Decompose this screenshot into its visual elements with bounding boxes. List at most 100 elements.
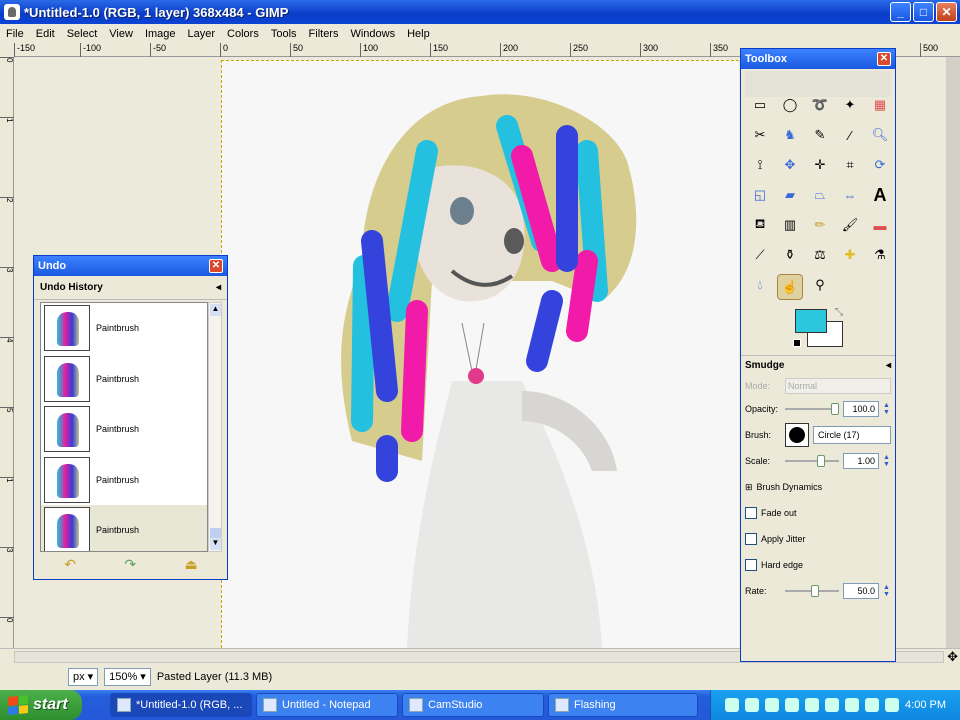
clock[interactable]: 4:00 PM — [905, 699, 946, 711]
unit-select[interactable]: px ▾ — [68, 668, 99, 686]
perspective-clone-icon[interactable]: ⚗ — [870, 245, 890, 265]
menu-tools[interactable]: Tools — [265, 28, 303, 40]
menu-filters[interactable]: Filters — [303, 28, 345, 40]
brush-name-field[interactable]: Circle (17) — [813, 426, 891, 444]
list-item[interactable]: Paintbrush — [41, 455, 207, 506]
menu-file[interactable]: File — [0, 28, 30, 40]
foreground-color[interactable] — [795, 309, 827, 333]
scale-slider[interactable] — [785, 454, 839, 468]
tray-icon[interactable] — [765, 698, 780, 712]
menu-help[interactable]: Help — [401, 28, 436, 40]
mode-select[interactable]: Normal — [785, 378, 891, 394]
menu-windows[interactable]: Windows — [344, 28, 401, 40]
tray-icon[interactable] — [845, 698, 860, 712]
blend-icon[interactable]: ▥ — [780, 215, 800, 235]
undo-scrollbar[interactable]: ▲ ▼ — [208, 302, 222, 552]
align-icon[interactable]: ✛ — [810, 155, 830, 175]
minimize-button[interactable]: _ — [890, 2, 911, 22]
undo-icon[interactable]: ↶ — [64, 556, 76, 573]
rotate-icon[interactable]: ⟳ — [870, 155, 890, 175]
undo-list[interactable]: Paintbrush Paintbrush Paintbrush Paintbr… — [40, 302, 208, 552]
scale-field[interactable]: 1.00 — [843, 453, 879, 469]
maximize-button[interactable]: □ — [913, 2, 934, 22]
eraser-icon[interactable]: ▬ — [870, 215, 890, 235]
expand-icon[interactable]: ⊞ — [745, 482, 753, 493]
flip-icon[interactable]: ⇔ — [840, 185, 860, 205]
rate-field[interactable]: 50.0 — [843, 583, 879, 599]
color-select-icon[interactable]: ▦ — [870, 95, 890, 115]
spin-icon[interactable]: ▲ ▼ — [883, 584, 891, 598]
brush-dynamics-label[interactable]: Brush Dynamics — [757, 482, 823, 492]
redo-icon[interactable]: ↷ — [124, 556, 136, 573]
start-button[interactable]: start — [0, 690, 82, 720]
clear-history-icon[interactable]: ⏏ — [185, 556, 198, 573]
smudge-icon[interactable]: ☝ — [777, 274, 803, 300]
reset-colors-icon[interactable] — [793, 339, 801, 347]
rect-select-icon[interactable]: ▭ — [750, 95, 770, 115]
free-select-icon[interactable]: ➰ — [810, 95, 830, 115]
blur-icon[interactable]: 💧︎ — [750, 275, 770, 295]
tray-icon[interactable] — [725, 698, 740, 712]
menu-colors[interactable]: Colors — [221, 28, 265, 40]
menu-edit[interactable]: Edit — [30, 28, 61, 40]
tray-icon[interactable] — [825, 698, 840, 712]
zoom-icon[interactable]: 🔍︎ — [870, 125, 890, 145]
dodge-icon[interactable]: ⚲ — [810, 275, 830, 295]
scroll-thumb[interactable] — [210, 528, 221, 538]
scroll-down-icon[interactable]: ▼ — [210, 538, 221, 550]
menu-view[interactable]: View — [103, 28, 139, 40]
pencil-icon[interactable]: ✏ — [810, 215, 830, 235]
fuzzy-select-icon[interactable]: ✦ — [840, 95, 860, 115]
crop-icon[interactable]: ⌗ — [840, 155, 860, 175]
apply-jitter-checkbox[interactable] — [745, 533, 757, 545]
ellipse-select-icon[interactable]: ◯ — [780, 95, 800, 115]
move-icon[interactable]: ✥ — [780, 155, 800, 175]
tray-icon[interactable] — [885, 698, 900, 712]
airbrush-icon[interactable]: ⟋ — [750, 245, 770, 265]
scale-icon[interactable]: ◱ — [750, 185, 770, 205]
text-icon[interactable]: A — [870, 185, 890, 205]
shear-icon[interactable]: ▰ — [780, 185, 800, 205]
menu-layer[interactable]: Layer — [182, 28, 222, 40]
brush-preview[interactable] — [785, 423, 809, 447]
foreground-select-icon[interactable]: ♞ — [780, 125, 800, 145]
image-canvas[interactable] — [221, 60, 739, 649]
opacity-slider[interactable] — [785, 402, 839, 416]
paintbrush-icon[interactable]: 🖌︎ — [840, 215, 860, 235]
ruler-corner[interactable] — [0, 43, 14, 57]
perspective-icon[interactable]: ⏢ — [810, 185, 830, 205]
scroll-up-icon[interactable]: ▲ — [210, 304, 221, 316]
rate-slider[interactable] — [785, 584, 839, 598]
close-icon[interactable]: ✕ — [209, 259, 223, 273]
clone-icon[interactable]: ⚖ — [810, 245, 830, 265]
color-picker-icon[interactable]: ⁄ — [840, 125, 860, 145]
bucket-fill-icon[interactable]: ⛾ — [750, 215, 770, 235]
tray-icon[interactable] — [865, 698, 880, 712]
list-item[interactable]: Paintbrush — [41, 505, 207, 551]
spin-icon[interactable]: ▲ ▼ — [883, 402, 891, 416]
tray-icon[interactable] — [805, 698, 820, 712]
tray-icon[interactable] — [745, 698, 760, 712]
measure-icon[interactable]: ⟟ — [750, 155, 770, 175]
fade-out-checkbox[interactable] — [745, 507, 757, 519]
paths-icon[interactable]: ✎ — [810, 125, 830, 145]
vertical-ruler[interactable]: 0 1 2 3 4 5 1 3 0 — [0, 57, 14, 648]
task-camstudio[interactable]: CamStudio — [402, 693, 544, 717]
ink-icon[interactable]: ⚱ — [780, 245, 800, 265]
tray-icon[interactable] — [785, 698, 800, 712]
navigate-icon[interactable]: ✥ — [947, 649, 958, 665]
task-gimp[interactable]: *Untitled-1.0 (RGB, ... — [110, 693, 252, 717]
close-button[interactable]: ✕ — [936, 2, 957, 22]
opacity-field[interactable]: 100.0 — [843, 401, 879, 417]
menu-image[interactable]: Image — [139, 28, 182, 40]
swap-colors-icon[interactable]: ⤡ — [835, 307, 843, 318]
heal-icon[interactable]: ✚ — [840, 245, 860, 265]
toolbox-titlebar[interactable]: Toolbox ✕ — [741, 49, 895, 69]
list-item[interactable]: Paintbrush — [41, 404, 207, 455]
close-icon[interactable]: ✕ — [877, 52, 891, 66]
scissors-icon[interactable]: ✂ — [750, 125, 770, 145]
task-flashing[interactable]: Flashing — [548, 693, 698, 717]
tab-menu-icon[interactable]: ◂ — [886, 360, 891, 376]
list-item[interactable]: Paintbrush — [41, 354, 207, 405]
tab-menu-icon[interactable]: ◂ — [216, 282, 221, 293]
